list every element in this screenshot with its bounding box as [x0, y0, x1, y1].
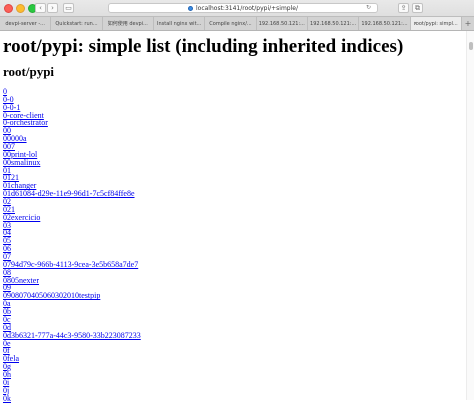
package-link[interactable]: 00smalinux [3, 158, 461, 167]
share-icon: ⇪ [400, 4, 407, 12]
tab-label: Compile nginx/... [209, 20, 252, 27]
sidebar-button[interactable]: ▭ [63, 3, 74, 13]
package-link[interactable]: 01d61084-d29e-11e9-96d1-7c5cf84ffe8e [3, 190, 461, 198]
page-subtitle: root/pypi [3, 64, 55, 79]
window-controls [4, 4, 37, 13]
package-link[interactable]: 0805nexter [3, 276, 461, 285]
back-icon: ‹ [39, 4, 42, 12]
package-link[interactable]: 021 [3, 205, 461, 214]
package-link[interactable]: 00print-lol [3, 150, 461, 159]
package-link[interactable]: 01 [3, 166, 461, 175]
package-link[interactable]: 0f [3, 347, 461, 355]
forward-icon: › [51, 4, 54, 12]
package-link[interactable]: 0d3b6321-777a-44c3-9580-33b223087233 [3, 331, 461, 340]
package-link[interactable]: 02exercicio [3, 213, 461, 222]
package-link[interactable]: 0k [3, 394, 461, 403]
package-link[interactable]: 0fela [3, 355, 461, 363]
package-link[interactable]: 0 [3, 88, 461, 96]
globe-icon [187, 5, 193, 11]
package-link[interactable]: 0i [3, 378, 461, 387]
package-link[interactable]: 02 [3, 198, 461, 206]
tab-label: 192.168.50.121:... [310, 20, 357, 27]
browser-tab[interactable]: 192.168.50.121:... [359, 17, 411, 30]
package-link[interactable]: 04 [3, 229, 461, 237]
scrollbar-thumb[interactable] [469, 42, 473, 50]
package-link[interactable]: 0908070405060302010testpip [3, 292, 461, 300]
package-link[interactable]: 0g [3, 363, 461, 371]
package-link[interactable]: 03 [3, 221, 461, 230]
page-title: root/pypi: simple list (including inheri… [3, 36, 404, 57]
tab-overview-icon: ⧉ [415, 3, 420, 12]
package-link[interactable]: 08 [3, 268, 461, 277]
package-link[interactable]: 0-0-1 [3, 103, 461, 112]
tab-overview-button[interactable]: ⧉ [412, 3, 423, 13]
package-link[interactable]: 00 [3, 127, 461, 135]
browser-tab[interactable]: Compile nginx/... [205, 17, 257, 30]
tab-label: 如何使用 devpi... [107, 21, 148, 27]
new-tab-button[interactable]: + [461, 17, 474, 30]
browser-toolbar: ‹ › ▭ localhost:3141/root/pypi/+simple/ … [0, 0, 474, 16]
close-window-button[interactable] [4, 4, 13, 13]
package-list: 0 0-0 0-0-1 0-core-client 0-orchestrator 00 00… [3, 88, 461, 402]
browser-tab[interactable]: 192.168.50.121:... [256, 17, 308, 30]
package-link[interactable]: 0-core-client [3, 111, 461, 120]
address-url: localhost:3141/root/pypi/+simple/ [195, 4, 298, 12]
package-link[interactable]: 0-0 [3, 95, 461, 104]
scrollbar[interactable] [466, 31, 474, 400]
browser-tab[interactable]: 如何使用 devpi... [102, 17, 154, 30]
package-link[interactable]: 00000a [3, 135, 461, 143]
sidebar-icon: ▭ [65, 4, 72, 12]
page-content: root/pypi: simple list (including inheri… [3, 36, 461, 402]
package-link[interactable]: 0j [3, 386, 461, 395]
browser-tab[interactable]: × root/pypi: simpl... [410, 17, 462, 30]
package-link[interactable]: 0a [3, 300, 461, 308]
package-link[interactable]: 0b [3, 308, 461, 316]
package-link[interactable]: 0794d79c-966b-4113-9cea-3e5b658a7de7 [3, 260, 461, 269]
tab-label: Quickstart: run... [55, 20, 98, 27]
tab-label: 192.168.50.121:... [361, 20, 408, 27]
browser-chrome: ‹ › ▭ localhost:3141/root/pypi/+simple/ … [0, 0, 474, 31]
package-link[interactable]: 0-orchestrator [3, 119, 461, 127]
browser-tab[interactable]: 192.168.50.121:... [307, 17, 360, 30]
minimize-window-button[interactable] [16, 4, 25, 13]
reload-icon[interactable]: ↻ [366, 4, 371, 11]
browser-tab[interactable]: Install nginx wit... [153, 17, 206, 30]
package-link[interactable]: 0121 [3, 174, 461, 182]
tab-label: root/pypi: simpl... [413, 20, 458, 27]
close-tab-icon[interactable]: × [414, 21, 418, 27]
tab-bar: devpi-server -... Quickstart: run... 如何使用 … [0, 16, 474, 30]
package-link[interactable]: 0h [3, 371, 461, 379]
browser-tab[interactable]: devpi-server -... [0, 17, 52, 30]
package-link[interactable]: 05 [3, 237, 461, 245]
package-link[interactable]: 06 [3, 245, 461, 253]
package-link[interactable]: 0c [3, 315, 461, 324]
tab-label: 192.168.50.121:... [258, 20, 305, 27]
forward-button[interactable]: › [47, 3, 58, 13]
package-link[interactable]: 0e [3, 339, 461, 348]
tab-label: Install nginx wit... [157, 20, 202, 27]
browser-tab[interactable]: Quickstart: run... [51, 17, 103, 30]
back-button[interactable]: ‹ [35, 3, 46, 13]
tab-label: devpi-server -... [5, 20, 45, 27]
package-link[interactable]: 007 [3, 143, 461, 151]
address-bar[interactable]: localhost:3141/root/pypi/+simple/ ↻ [108, 3, 378, 13]
share-button[interactable]: ⇪ [398, 3, 409, 13]
